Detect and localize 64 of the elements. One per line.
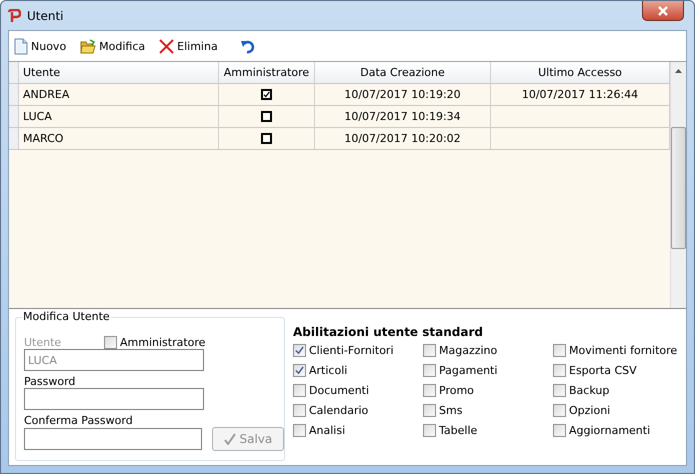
toolbar-button[interactable]: Modifica — [78, 36, 148, 56]
checkbox[interactable] — [423, 364, 436, 377]
checkbox[interactable] — [261, 89, 272, 100]
checkbox-label[interactable]: Tabelle — [439, 424, 478, 437]
table-cell: 10/07/2017 10:20:02 — [315, 128, 491, 149]
checkbox-label[interactable]: Pagamenti — [439, 364, 498, 377]
document-icon — [14, 38, 28, 54]
table-cell: LUCA — [19, 106, 219, 127]
field-label: Password — [24, 375, 76, 388]
checkbox[interactable] — [293, 424, 306, 437]
checkbox-label[interactable]: Clienti-Fornitori — [309, 344, 394, 357]
checkbox[interactable] — [553, 404, 566, 417]
field-label: Utente — [24, 336, 62, 349]
checkmark-icon — [224, 433, 236, 445]
column-header[interactable]: Utente — [19, 62, 219, 83]
checkbox[interactable] — [423, 384, 436, 397]
checkbox[interactable] — [423, 424, 436, 437]
checkbox-label[interactable]: Magazzino — [439, 344, 498, 357]
scroll-thumb[interactable] — [671, 127, 686, 249]
close-icon — [159, 38, 174, 54]
close-button[interactable] — [642, 1, 684, 21]
field-label: Conferma Password — [24, 414, 134, 427]
checkbox[interactable] — [553, 344, 566, 357]
table-cell: 10/07/2017 10:19:20 — [315, 84, 491, 105]
password-field[interactable] — [24, 428, 202, 450]
checkbox[interactable] — [293, 364, 306, 377]
window-title: Utenti — [27, 8, 64, 22]
password-field[interactable] — [24, 388, 204, 410]
folder-icon — [80, 38, 96, 54]
checkbox-label[interactable]: Movimenti fornitore — [569, 344, 678, 357]
table-cell: MARCO — [19, 128, 219, 149]
checkbox-label[interactable]: Sms — [439, 404, 462, 417]
checkbox-label[interactable]: Promo — [439, 384, 474, 397]
checkbox[interactable] — [423, 344, 436, 357]
checkbox[interactable] — [293, 384, 306, 397]
column-header[interactable]: Amministratore — [219, 62, 315, 83]
checkbox[interactable] — [261, 111, 272, 122]
table-cell: ANDREA — [19, 84, 219, 105]
close-icon — [657, 6, 669, 16]
app-logo-icon — [7, 8, 21, 22]
checkbox[interactable] — [423, 404, 436, 417]
checkbox[interactable] — [553, 384, 566, 397]
checkbox-label[interactable]: Backup — [569, 384, 610, 397]
toolbar-button[interactable]: Elimina — [157, 36, 220, 56]
toolbar-button[interactable]: Nuovo — [12, 36, 68, 56]
checkbox-label[interactable]: Articoli — [309, 364, 348, 377]
checkbox[interactable] — [293, 344, 306, 357]
checkbox-label[interactable]: Opzioni — [569, 404, 610, 417]
checkbox-label[interactable]: Analisi — [309, 424, 346, 437]
column-header[interactable]: Data Creazione — [315, 62, 491, 83]
checkbox[interactable] — [553, 364, 566, 377]
checkbox[interactable] — [261, 133, 272, 144]
checkbox[interactable] — [104, 336, 117, 349]
section-title: Abilitazioni utente standard — [293, 325, 484, 339]
checkbox[interactable] — [553, 424, 566, 437]
checkbox-label[interactable]: Documenti — [309, 384, 370, 397]
checkbox-label[interactable]: Aggiornamenti — [569, 424, 650, 437]
checkbox-label[interactable]: Calendario — [309, 404, 368, 417]
checkbox-label[interactable]: Esporta CSV — [569, 364, 637, 377]
scrollbar[interactable] — [670, 62, 686, 308]
group-title: Modifica Utente — [22, 310, 111, 323]
checkbox-label[interactable]: Amministratore — [120, 336, 206, 349]
checkbox[interactable] — [293, 404, 306, 417]
table-cell: 10/07/2017 10:19:34 — [315, 106, 491, 127]
